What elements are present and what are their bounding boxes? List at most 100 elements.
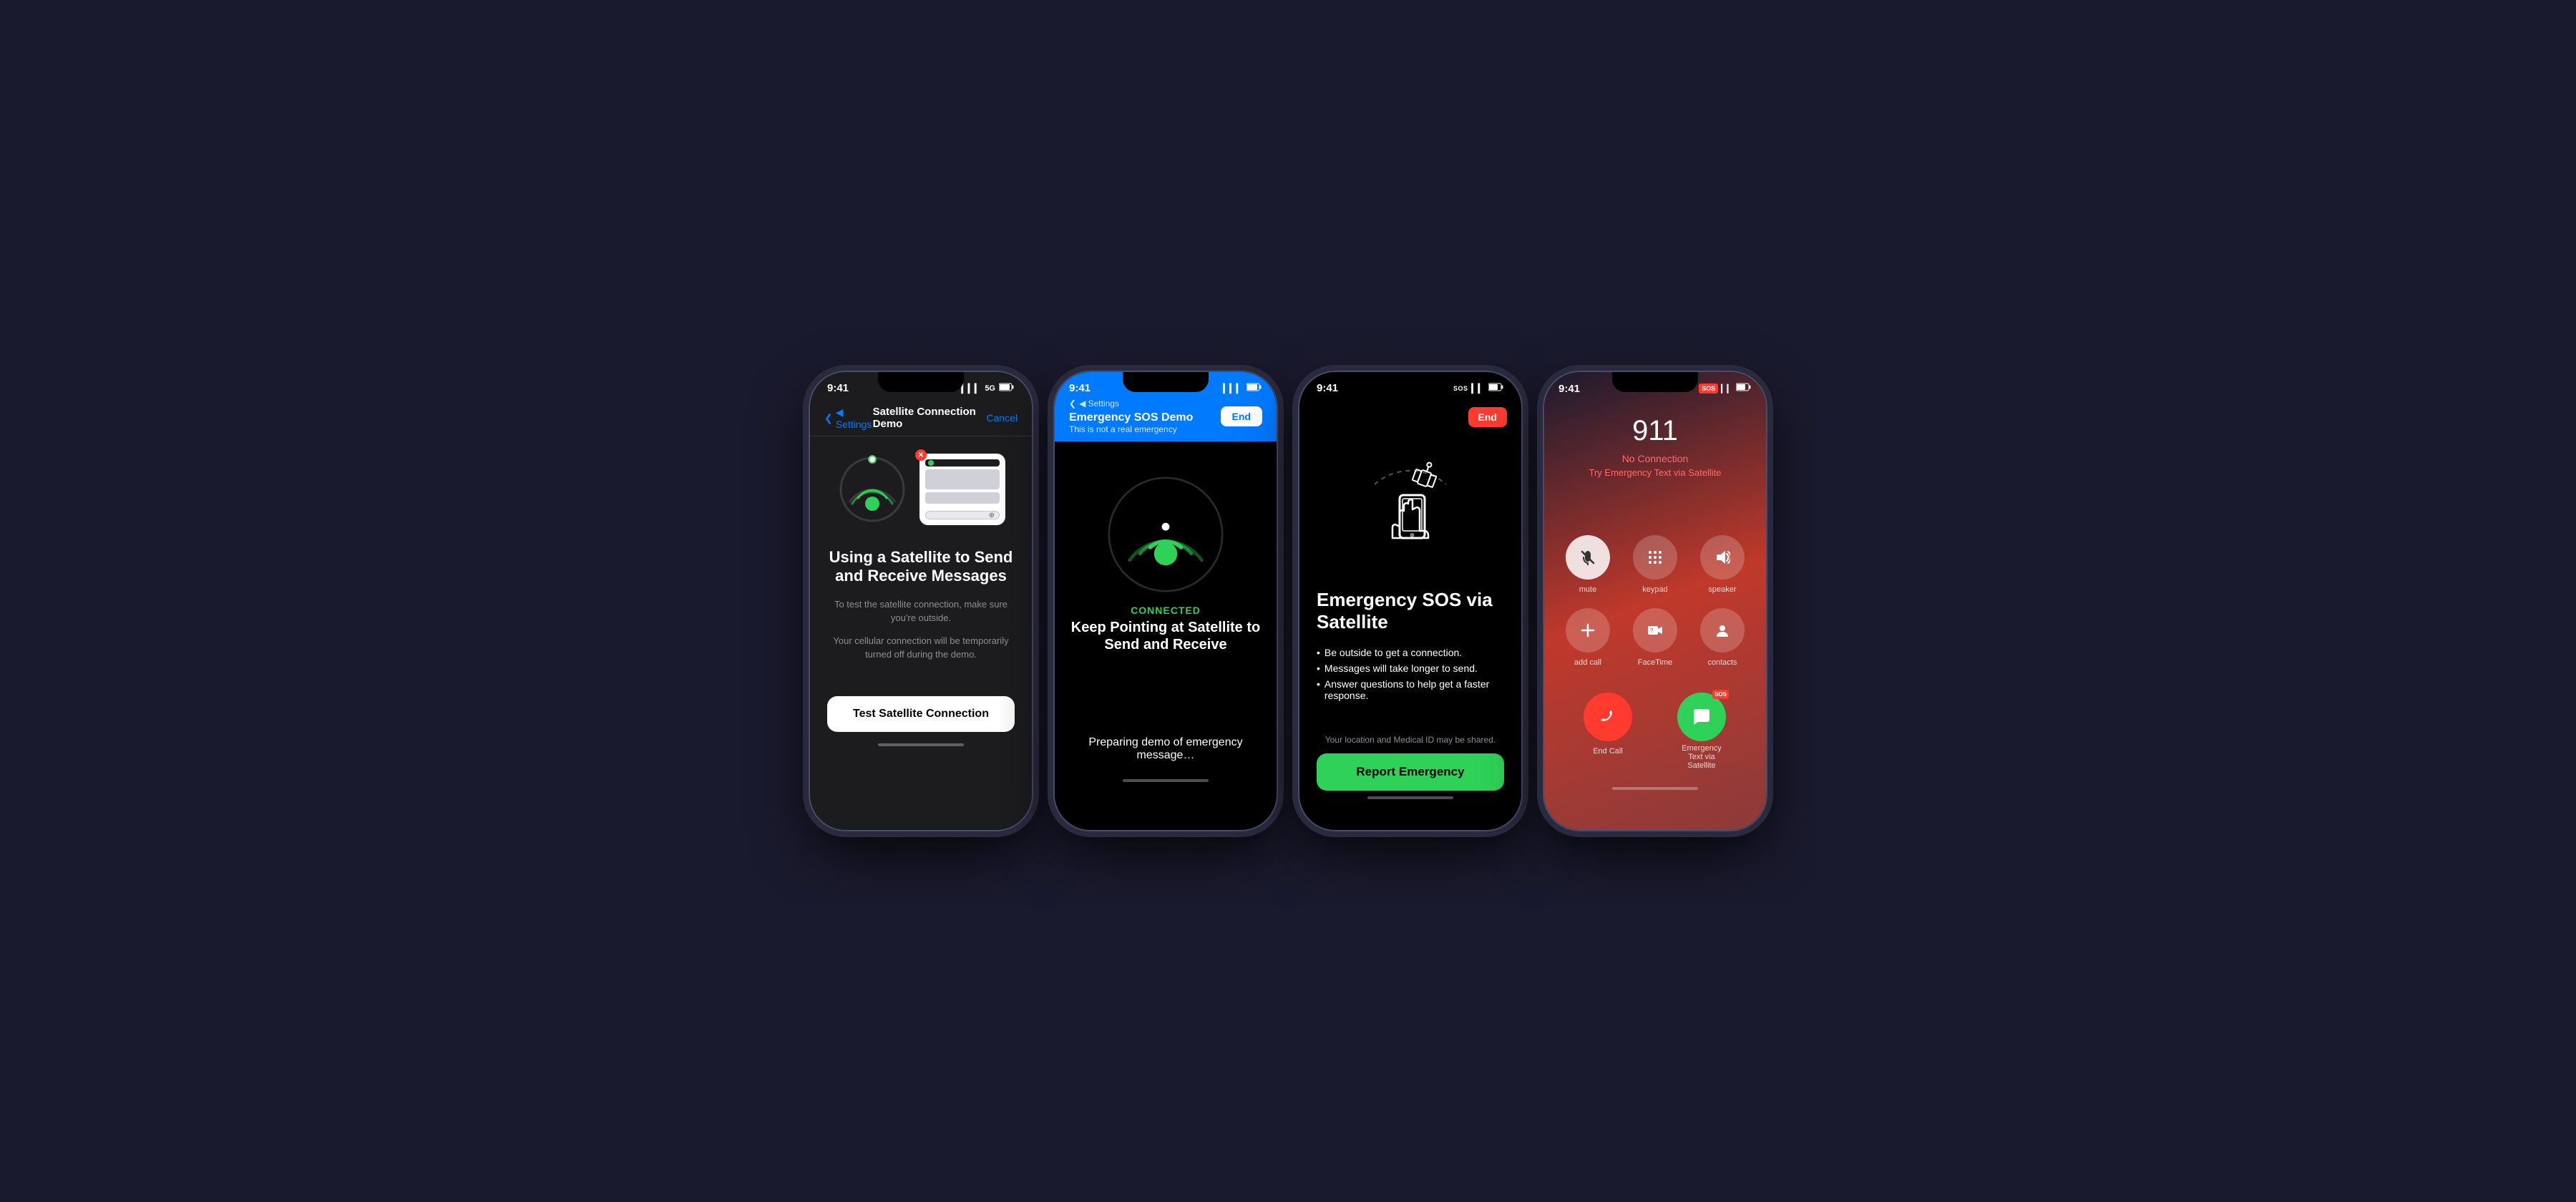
keep-pointing-text: Keep Pointing at Satellite to Send and R…	[1069, 619, 1262, 653]
sos-main-content: Emergency SOS via Satellite Be outside t…	[1299, 577, 1521, 729]
sos-action-label: Emergency Text via Satellite	[1677, 744, 1727, 770]
speaker-circle	[1700, 535, 1745, 580]
phone1-status-icons: ▎▎▎ 5G	[962, 383, 1015, 394]
phone-mockup: ✕ ⊕	[919, 454, 1005, 525]
bullet-1: Be outside to get a connection.	[1317, 645, 1504, 660]
back-label[interactable]: ◀ Settings	[836, 406, 873, 430]
satellite-dial	[836, 454, 908, 525]
sub-text-2: Your cellular connection will be tempora…	[827, 634, 1015, 662]
bullet-3: Answer questions to help get a faster re…	[1317, 676, 1504, 703]
sos-action-circle	[1677, 693, 1726, 741]
speaker-label: speaker	[1708, 585, 1736, 594]
mock-bar	[925, 459, 1000, 466]
battery-icon	[1488, 383, 1504, 394]
add-call-circle	[1566, 608, 1610, 653]
call-info: 911 No Connection Try Emergency Text via…	[1544, 401, 1766, 492]
phone2-screen: 9:41 ▎▎▎	[1055, 372, 1277, 830]
close-icon: ✕	[915, 449, 927, 461]
back-label: ◀ Settings	[1079, 399, 1119, 409]
sos-demo-subtitle: This is not a real emergency	[1069, 424, 1193, 434]
sos-bullets: Be outside to get a connection. Messages…	[1317, 645, 1504, 703]
home-indicator	[1367, 796, 1453, 799]
emergency-text-button[interactable]: SOS Emergency Text via Satellite	[1677, 693, 1727, 770]
phone2-wrapper: 9:41 ▎▎▎	[1055, 372, 1277, 830]
mock-rect1	[925, 469, 1000, 489]
phone4-notch	[1612, 372, 1698, 392]
phone1-content: Using a Satellite to Send and Receive Me…	[810, 537, 1032, 682]
battery-icon	[1736, 382, 1752, 395]
satellite-text: Try Emergency Text via Satellite	[1558, 467, 1752, 478]
add-call-label: add call	[1574, 658, 1601, 667]
signal-area: CONNECTED Keep Pointing at Satellite to …	[1055, 441, 1277, 710]
test-satellite-button[interactable]: Test Satellite Connection	[827, 696, 1015, 732]
preparing-area: Preparing demo of emergency message…	[1055, 710, 1277, 773]
phone3-notch	[1367, 372, 1453, 392]
phone2-time: 9:41	[1069, 382, 1091, 394]
bottom-actions: End Call SOS Emergency Text via Satellit…	[1544, 681, 1766, 781]
call-number: 911	[1558, 415, 1752, 447]
sos-action-wrapper: SOS	[1677, 693, 1726, 741]
mock-dot	[928, 460, 934, 466]
keypad-circle	[1633, 535, 1677, 580]
keypad-button[interactable]: keypad	[1629, 535, 1682, 594]
end-call-button[interactable]: End Call	[1584, 693, 1632, 756]
sos-title-block: ❮ ◀ Settings Emergency SOS Demo This is …	[1069, 399, 1193, 434]
location-text: Your location and Medical ID may be shar…	[1299, 735, 1521, 745]
contacts-button[interactable]: contacts	[1696, 608, 1749, 667]
end-button[interactable]: End	[1221, 406, 1262, 426]
sos-status-icon: SOS	[1453, 385, 1468, 392]
satellite-icon-area	[1299, 434, 1521, 577]
sos-demo-title: Emergency SOS Demo	[1069, 411, 1193, 424]
home-indicator	[1612, 787, 1698, 790]
phone1-screen: 9:41 ▎▎▎ 5G	[810, 372, 1032, 830]
phone1-time: 9:41	[827, 382, 849, 394]
phone4-screen: 9:41 SOS ▎▎ 911	[1544, 372, 1766, 830]
home-indicator	[1123, 779, 1209, 782]
phones-container: 9:41 ▎▎▎ 5G	[810, 372, 1766, 830]
sos-badge-icon: SOS	[1699, 383, 1718, 394]
chevron-left-icon: ❮	[824, 412, 833, 424]
keypad-label: keypad	[1642, 585, 1667, 594]
sub-text-1: To test the satellite connection, make s…	[827, 597, 1015, 625]
preparing-text: Preparing demo of emergency message…	[1072, 736, 1259, 762]
back-button[interactable]: ❮ ◀ Settings	[824, 406, 873, 430]
facetime-button[interactable]: ? FaceTime	[1629, 608, 1682, 667]
end-button[interactable]: End	[1468, 407, 1507, 427]
phone3-status-icons: SOS ▎▎	[1453, 383, 1504, 394]
mute-button[interactable]: mute	[1561, 535, 1614, 594]
add-call-button[interactable]: add call	[1561, 608, 1614, 667]
phone4-wrapper: 9:41 SOS ▎▎ 911	[1544, 372, 1766, 830]
speaker-button[interactable]: speaker	[1696, 535, 1749, 594]
end-call-circle	[1584, 693, 1632, 741]
report-emergency-button[interactable]: Report Emergency	[1317, 753, 1504, 791]
phone1-notch	[878, 372, 964, 392]
signal-icon: ▎▎▎	[962, 383, 982, 394]
no-connection-text: No Connection	[1558, 453, 1752, 464]
mute-label: mute	[1579, 585, 1596, 594]
signal-icon: ▎▎▎	[1223, 383, 1243, 394]
cancel-button[interactable]: Cancel	[986, 412, 1018, 424]
phone4-time: 9:41	[1558, 383, 1580, 395]
chevron-left-icon: ❮	[1069, 399, 1076, 409]
end-call-label: End Call	[1593, 747, 1623, 756]
phone3-screen: 9:41 SOS ▎▎	[1299, 372, 1521, 830]
signal-icon: ▎▎	[1472, 383, 1485, 394]
sos-badge-icon: SOS	[1712, 690, 1729, 699]
mock-rect2	[925, 492, 1000, 504]
phone2-frame: 9:41 ▎▎▎	[1055, 372, 1277, 830]
signal-graphic	[1101, 470, 1230, 599]
phone1-frame: 9:41 ▎▎▎ 5G	[810, 372, 1032, 830]
bullet-2: Messages will take longer to send.	[1317, 660, 1504, 676]
sos-header-content: ❮ ◀ Settings Emergency SOS Demo This is …	[1069, 399, 1262, 434]
demo-illustration: ✕ ⊕	[810, 436, 1032, 537]
back-button[interactable]: ❮ ◀ Settings	[1069, 399, 1193, 409]
phone2-notch	[1123, 372, 1209, 392]
phone3-time: 9:41	[1317, 382, 1338, 394]
connected-label: CONNECTED	[1131, 605, 1201, 616]
mute-circle	[1566, 535, 1610, 580]
phone3-wrapper: 9:41 SOS ▎▎	[1299, 372, 1521, 830]
contacts-label: contacts	[1708, 658, 1737, 667]
home-indicator	[878, 743, 964, 746]
phone1-wrapper: 9:41 ▎▎▎ 5G	[810, 372, 1032, 830]
svg-text:?: ?	[1650, 627, 1654, 634]
